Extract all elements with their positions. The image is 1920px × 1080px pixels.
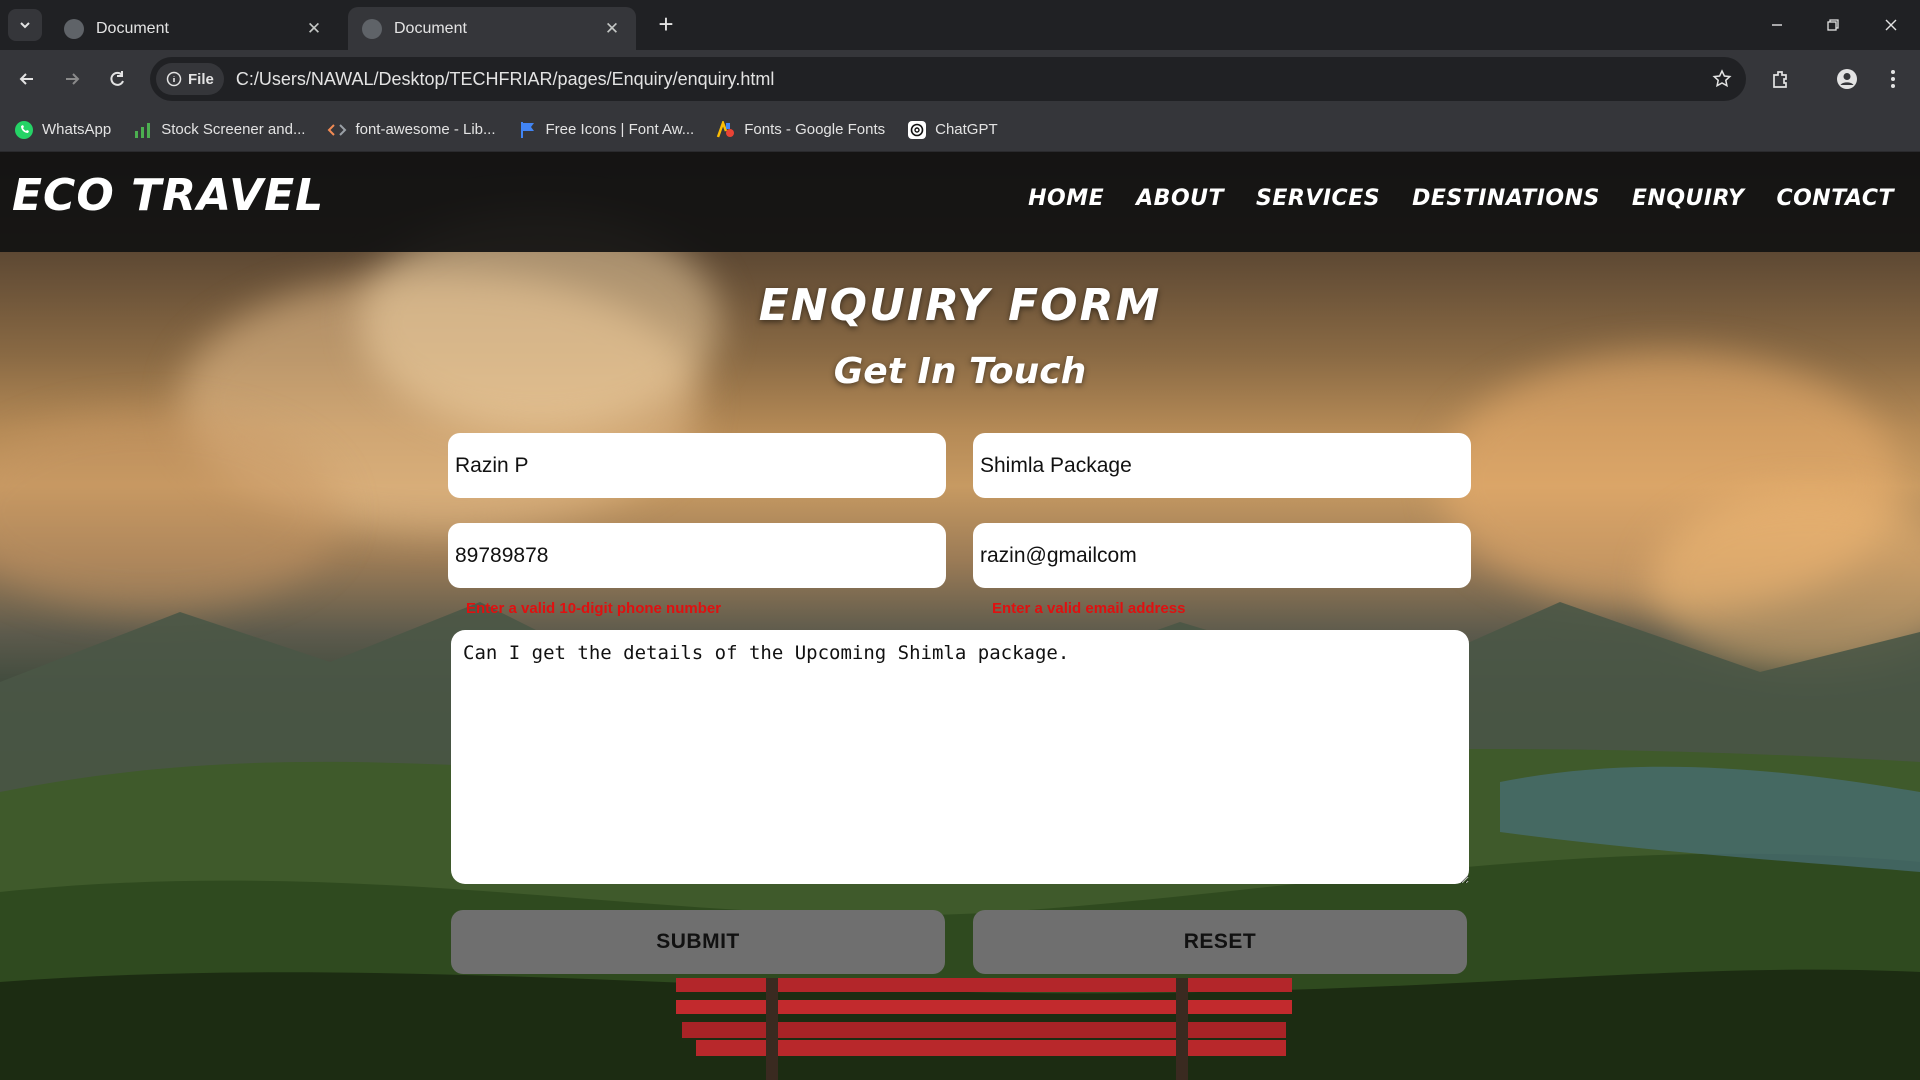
file-chip-label: File bbox=[188, 70, 214, 88]
close-window-icon[interactable] bbox=[1876, 10, 1906, 40]
chevron-down-icon bbox=[20, 22, 30, 29]
nav-about[interactable]: ABOUT bbox=[1136, 186, 1224, 211]
url-text[interactable]: C:/Users/NAWAL/Desktop/TECHFRIAR/pages/E… bbox=[236, 69, 775, 90]
menu-dots-icon[interactable] bbox=[1878, 64, 1908, 94]
reset-button[interactable]: RESET bbox=[973, 910, 1467, 974]
browser-tab-bar: Document ✕ Document ✕ + bbox=[0, 0, 1920, 50]
bookmark-star-icon[interactable] bbox=[1712, 69, 1732, 94]
bookmark-item[interactable]: Stock Screener and... bbox=[133, 120, 305, 140]
extensions-icon[interactable] bbox=[1766, 64, 1796, 94]
email-error-message: Enter a valid email address bbox=[992, 600, 1186, 617]
package-input[interactable] bbox=[973, 433, 1471, 498]
bookmark-label: font-awesome - Lib... bbox=[355, 121, 496, 138]
bookmark-label: Stock Screener and... bbox=[161, 121, 306, 138]
back-icon[interactable] bbox=[12, 64, 42, 94]
form-subtitle: Get In Touch bbox=[833, 351, 1087, 392]
browser-tab-active[interactable]: Document ✕ bbox=[348, 7, 636, 50]
whatsapp-icon bbox=[14, 120, 34, 140]
nav-contact[interactable]: CONTACT bbox=[1776, 186, 1894, 211]
profile-avatar-icon[interactable] bbox=[1832, 64, 1862, 94]
email-input[interactable] bbox=[973, 523, 1471, 588]
main-nav: HOME ABOUT SERVICES DESTINATIONS ENQUIRY… bbox=[1028, 186, 1894, 211]
address-bar[interactable]: File C:/Users/NAWAL/Desktop/TECHFRIAR/pa… bbox=[150, 57, 1746, 101]
bookmark-item[interactable]: font-awesome - Lib... bbox=[327, 120, 496, 140]
google-fonts-icon bbox=[716, 120, 736, 140]
info-icon bbox=[166, 71, 182, 87]
tab-title: Document bbox=[394, 19, 467, 37]
nav-services[interactable]: SERVICES bbox=[1256, 186, 1380, 211]
bookmarks-bar: WhatsApp Stock Screener and... font-awes… bbox=[0, 108, 1920, 152]
restore-icon[interactable] bbox=[1818, 10, 1848, 40]
tab-search-button[interactable] bbox=[8, 9, 42, 41]
nav-destinations[interactable]: DESTINATIONS bbox=[1412, 186, 1600, 211]
globe-icon bbox=[362, 18, 382, 39]
forward-icon[interactable] bbox=[57, 64, 87, 94]
nav-home[interactable]: HOME bbox=[1028, 186, 1104, 211]
new-tab-button[interactable]: + bbox=[652, 11, 680, 39]
reload-icon[interactable] bbox=[102, 64, 132, 94]
site-header: ECO TRAVEL HOME ABOUT SERVICES DESTINATI… bbox=[0, 152, 1920, 252]
nav-enquiry[interactable]: ENQUIRY bbox=[1632, 186, 1745, 211]
code-icon bbox=[327, 120, 347, 140]
bookmark-label: ChatGPT bbox=[935, 121, 998, 138]
site-info-chip[interactable]: File bbox=[156, 63, 224, 95]
phone-input[interactable] bbox=[448, 523, 946, 588]
minimize-icon[interactable] bbox=[1762, 10, 1792, 40]
bookmark-item[interactable]: Free Icons | Font Aw... bbox=[518, 120, 695, 140]
chatgpt-icon bbox=[907, 120, 927, 140]
page-viewport: ECO TRAVEL HOME ABOUT SERVICES DESTINATI… bbox=[0, 152, 1920, 1080]
message-textarea[interactable]: Can I get the details of the Upcoming Sh… bbox=[451, 630, 1469, 884]
form-title: ENQUIRY FORM bbox=[758, 280, 1162, 331]
bookmark-item[interactable]: ChatGPT bbox=[907, 120, 998, 140]
browser-toolbar: File C:/Users/NAWAL/Desktop/TECHFRIAR/pa… bbox=[0, 50, 1920, 108]
bar-chart-icon bbox=[133, 120, 153, 140]
bench-image bbox=[676, 978, 1292, 1080]
phone-error-message: Enter a valid 10-digit phone number bbox=[466, 600, 722, 617]
name-input[interactable] bbox=[448, 433, 946, 498]
close-tab-icon[interactable]: ✕ bbox=[602, 19, 622, 39]
bookmark-label: Free Icons | Font Aw... bbox=[545, 121, 695, 138]
flag-icon bbox=[518, 120, 538, 140]
browser-tab[interactable]: Document ✕ bbox=[50, 7, 338, 50]
tab-title: Document bbox=[96, 19, 169, 37]
bookmark-item[interactable]: Fonts - Google Fonts bbox=[716, 120, 885, 140]
bookmark-item[interactable]: WhatsApp bbox=[14, 120, 111, 140]
site-logo[interactable]: ECO TRAVEL bbox=[12, 170, 324, 221]
close-tab-icon[interactable]: ✕ bbox=[304, 19, 324, 39]
globe-icon bbox=[64, 18, 84, 39]
submit-button[interactable]: SUBMIT bbox=[451, 910, 945, 974]
bookmark-label: Fonts - Google Fonts bbox=[744, 121, 886, 138]
bookmark-label: WhatsApp bbox=[42, 121, 112, 138]
